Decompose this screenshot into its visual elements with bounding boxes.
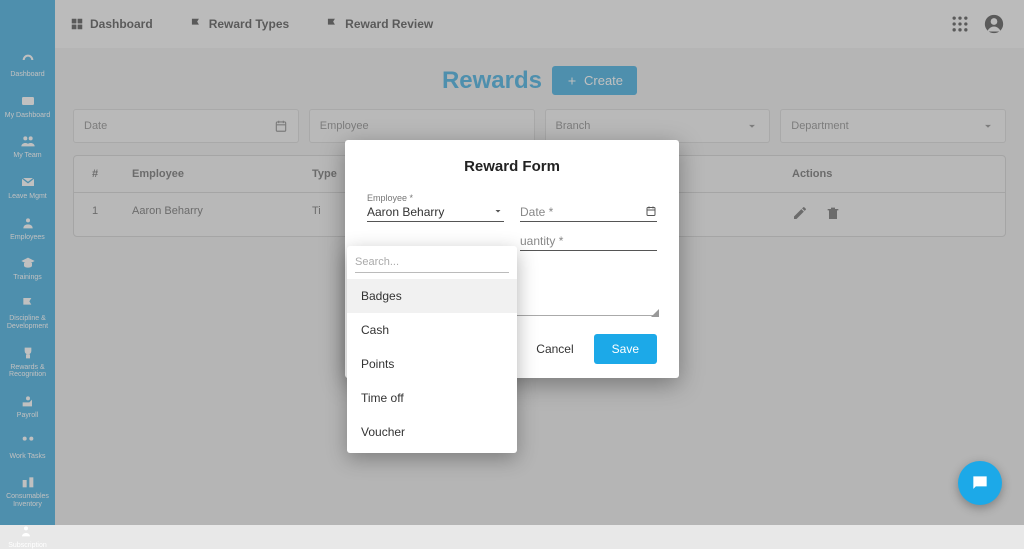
chevron-down-icon	[492, 205, 504, 217]
chat-fab[interactable]	[958, 461, 1002, 505]
chat-icon	[970, 473, 990, 493]
dropdown-search-input[interactable]	[355, 252, 509, 273]
cancel-button[interactable]: Cancel	[526, 334, 583, 364]
resize-handle-icon[interactable]	[651, 309, 659, 317]
field-date[interactable]: .	[520, 193, 657, 222]
dropdown-option-points[interactable]: Points	[347, 347, 517, 381]
date-input[interactable]	[520, 203, 657, 222]
field-employee[interactable]: Employee *	[367, 193, 504, 222]
dropdown-option-cash[interactable]: Cash	[347, 313, 517, 347]
label-employee: Employee *	[367, 193, 504, 203]
calendar-icon[interactable]	[645, 205, 657, 217]
dropdown-option-voucher[interactable]: Voucher	[347, 415, 517, 449]
dropdown-option-badges[interactable]: Badges	[347, 279, 517, 313]
quantity-input[interactable]	[520, 232, 657, 251]
employee-select[interactable]	[367, 203, 504, 222]
sidebar-item-subscription[interactable]: Subscription	[3, 523, 53, 549]
subscription-icon	[20, 523, 36, 539]
dropdown-option-timeoff[interactable]: Time off	[347, 381, 517, 415]
save-button[interactable]: Save	[594, 334, 657, 364]
modal-title: Reward Form	[367, 158, 657, 175]
field-quantity[interactable]	[520, 232, 657, 252]
type-dropdown-panel: Badges Cash Points Time off Voucher	[347, 246, 517, 453]
sidebar-label: Subscription	[8, 542, 47, 549]
